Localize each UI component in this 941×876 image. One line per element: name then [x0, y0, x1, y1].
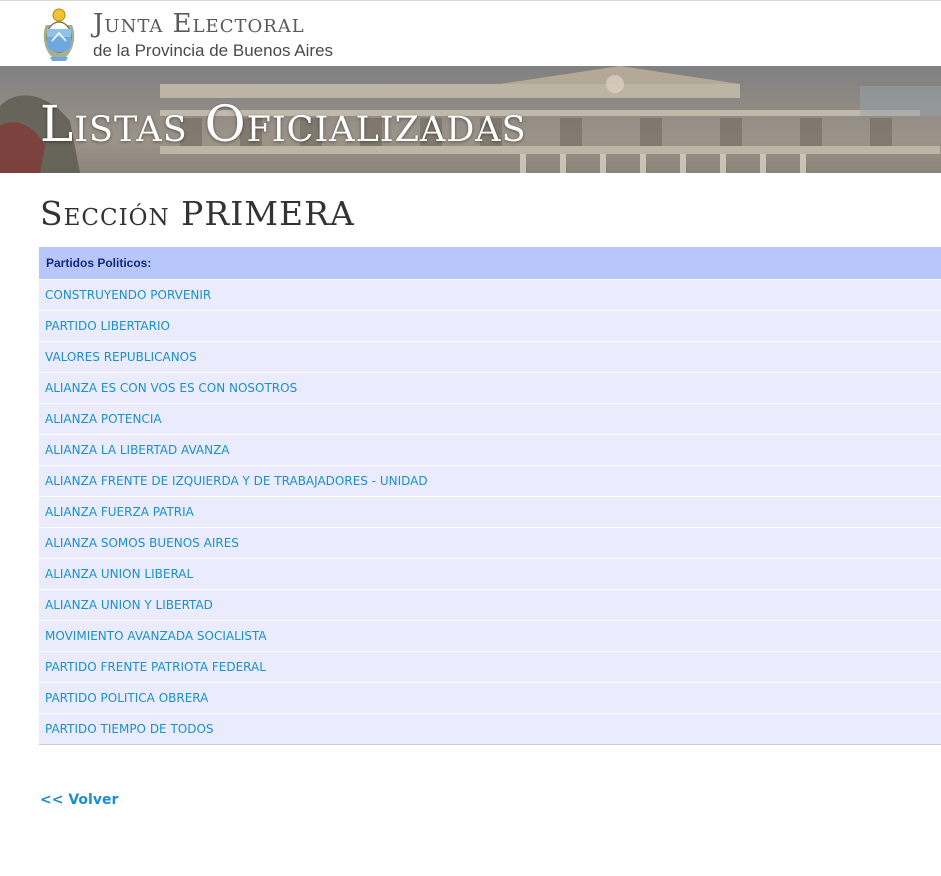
party-link-alianza-frente-de-izquierda[interactable]: ALIANZA FRENTE DE IZQUIERDA Y DE TRABAJA…: [45, 474, 428, 488]
party-link-alianza-union-liberal[interactable]: ALIANZA UNION LIBERAL: [45, 567, 193, 581]
section-title: Sección PRIMERA: [40, 194, 355, 233]
party-link-construyendo-porvenir[interactable]: CONSTRUYENDO PORVENIR: [45, 288, 211, 302]
brand-title[interactable]: Junta Electoral: [93, 9, 305, 39]
party-link-partido-tiempo-de-todos[interactable]: PARTIDO TIEMPO DE TODOS: [45, 722, 214, 736]
party-link-valores-republicanos[interactable]: VALORES REPUBLICANOS: [45, 350, 197, 364]
parties-table: Partidos Politicos: CONSTRUYENDO PORVENI…: [39, 247, 941, 745]
party-link-partido-libertario[interactable]: PARTIDO LIBERTARIO: [45, 319, 170, 333]
page-title: Listas Oficializadas: [40, 95, 527, 153]
table-header: Partidos Politicos:: [39, 247, 941, 279]
table-row: ALIANZA FUERZA PATRIA: [39, 496, 941, 527]
party-link-partido-frente-patriota-federal[interactable]: PARTIDO FRENTE PATRIOTA FEDERAL: [45, 660, 266, 674]
party-link-alianza-es-con-vos[interactable]: ALIANZA ES CON VOS ES CON NOSOTROS: [45, 381, 297, 395]
table-row: ALIANZA SOMOS BUENOS AIRES: [39, 527, 941, 558]
party-link-alianza-union-y-libertad[interactable]: ALIANZA UNION Y LIBERTAD: [45, 598, 213, 612]
brand-subtitle[interactable]: de la Provincia de Buenos Aires: [93, 41, 333, 61]
table-row: ALIANZA LA LIBERTAD AVANZA: [39, 434, 941, 465]
table-row: PARTIDO POLITICA OBRERA: [39, 682, 941, 713]
table-row: PARTIDO TIEMPO DE TODOS: [39, 713, 941, 744]
province-coat-of-arms-icon[interactable]: [40, 5, 78, 63]
party-link-alianza-somos-buenos-aires[interactable]: ALIANZA SOMOS BUENOS AIRES: [45, 536, 239, 550]
table-row: PARTIDO LIBERTARIO: [39, 310, 941, 341]
party-link-alianza-fuerza-patria[interactable]: ALIANZA FUERZA PATRIA: [45, 505, 194, 519]
table-row: ALIANZA UNION Y LIBERTAD: [39, 589, 941, 620]
back-link[interactable]: << Volver: [40, 792, 118, 808]
party-link-alianza-la-libertad-avanza[interactable]: ALIANZA LA LIBERTAD AVANZA: [45, 443, 230, 457]
party-link-movimiento-avanzada-socialista[interactable]: MOVIMIENTO AVANZADA SOCIALISTA: [45, 629, 267, 643]
party-link-alianza-potencia[interactable]: ALIANZA POTENCIA: [45, 412, 162, 426]
table-row: CONSTRUYENDO PORVENIR: [39, 279, 941, 310]
site-header: Junta Electoral de la Provincia de Bueno…: [0, 0, 941, 66]
table-row: ALIANZA POTENCIA: [39, 403, 941, 434]
party-link-partido-politica-obrera[interactable]: PARTIDO POLITICA OBRERA: [45, 691, 208, 705]
table-row: MOVIMIENTO AVANZADA SOCIALISTA: [39, 620, 941, 651]
page-banner: Listas Oficializadas: [0, 66, 941, 173]
table-row: ALIANZA ES CON VOS ES CON NOSOTROS: [39, 372, 941, 403]
table-row: ALIANZA FRENTE DE IZQUIERDA Y DE TRABAJA…: [39, 465, 941, 496]
table-row: VALORES REPUBLICANOS: [39, 341, 941, 372]
table-row: PARTIDO FRENTE PATRIOTA FEDERAL: [39, 651, 941, 682]
table-row: ALIANZA UNION LIBERAL: [39, 558, 941, 589]
